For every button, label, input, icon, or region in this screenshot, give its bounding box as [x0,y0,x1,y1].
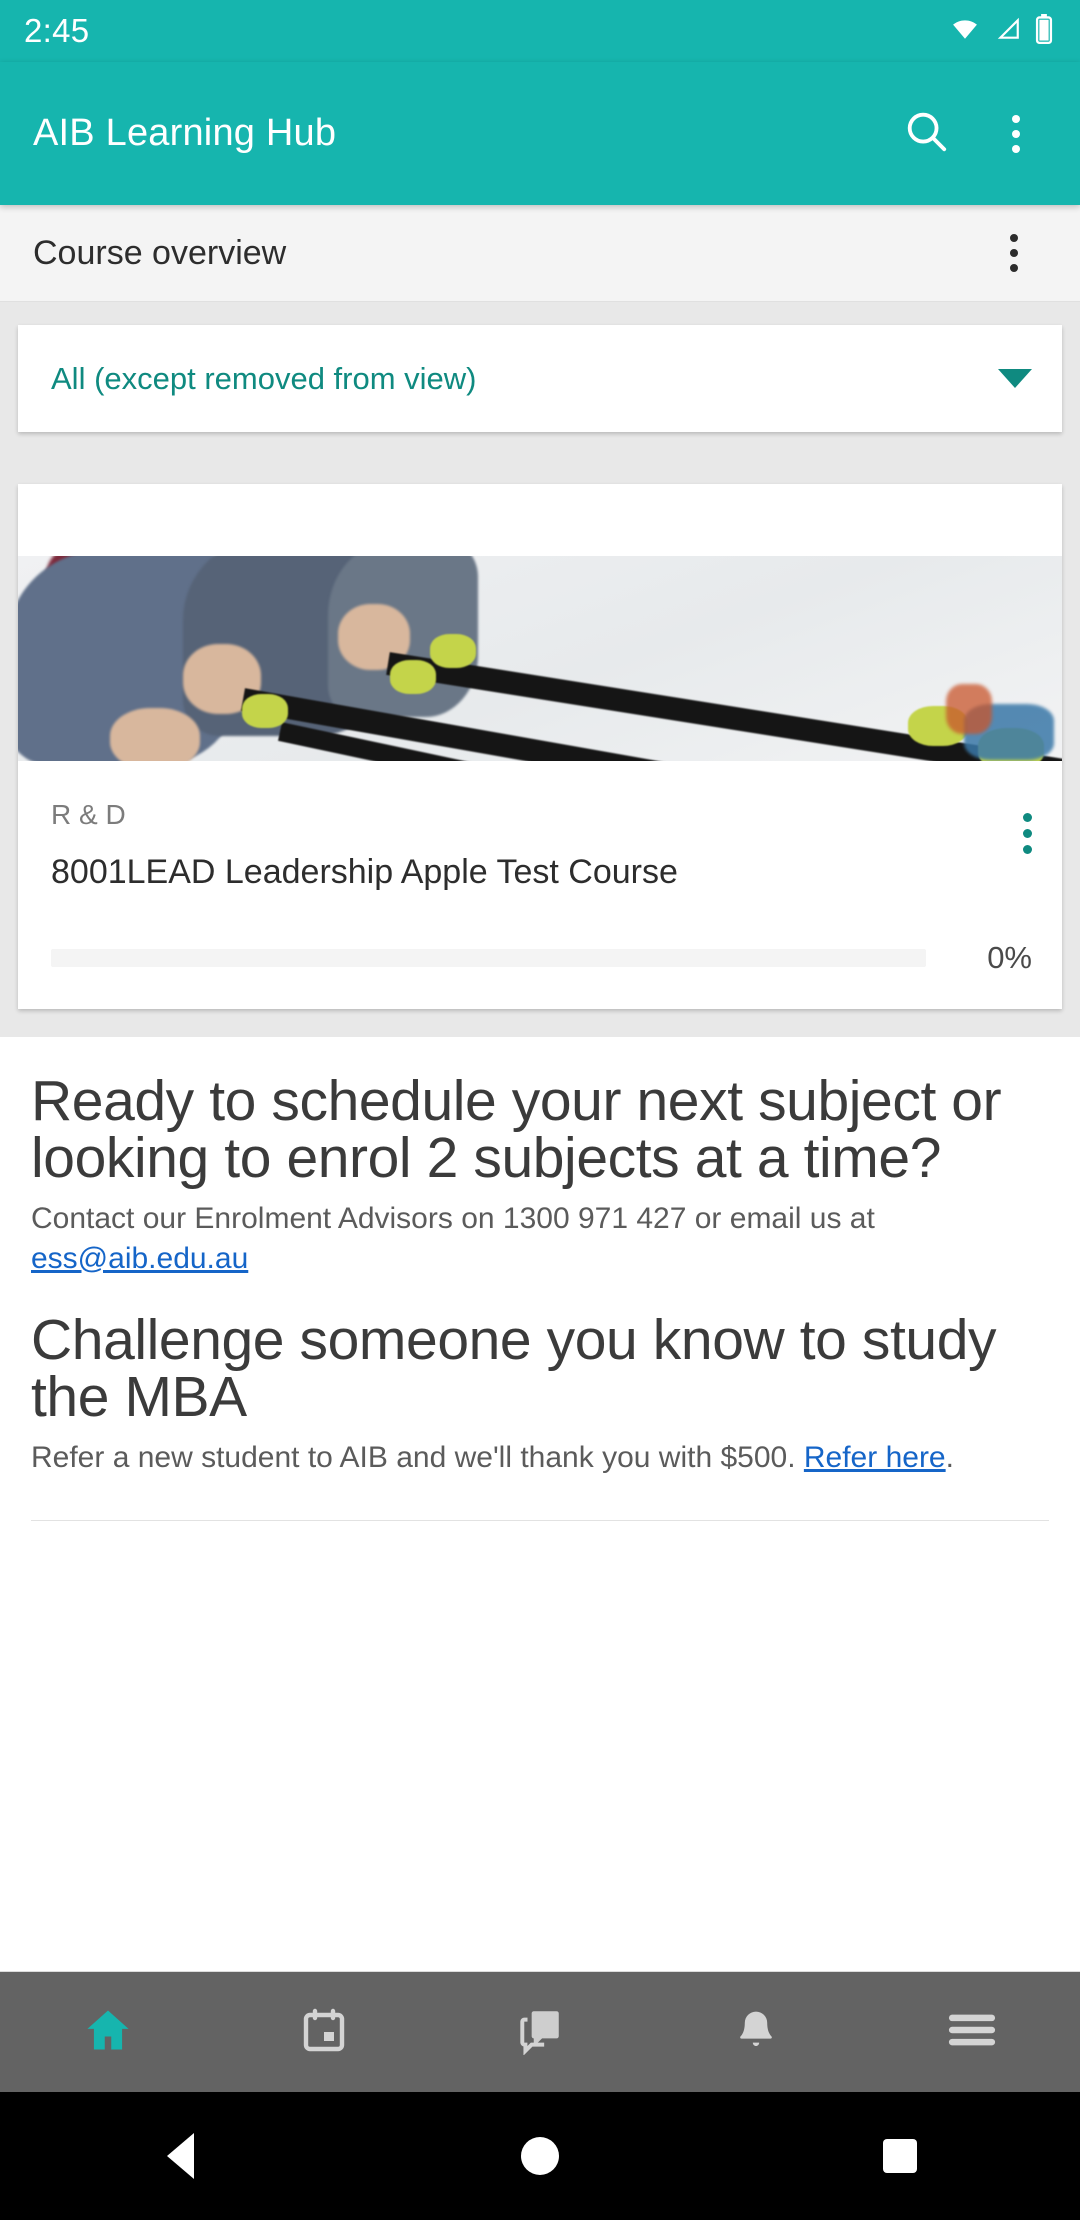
chat-bubble-icon [515,2005,565,2060]
nav-item-calendar[interactable] [254,1972,394,2092]
course-progress-bar [51,949,926,968]
system-home-button[interactable] [460,2092,620,2220]
promo-body-2: Refer a new student to AIB and we'll tha… [31,1438,1049,1478]
promo-content: Ready to schedule your next subject or l… [0,1037,1080,1971]
home-circle-icon [521,2137,559,2175]
cellular-signal-icon [993,16,1023,47]
app-bar-actions [890,98,1052,170]
status-icon-group [948,13,1054,49]
bell-icon [732,2006,780,2059]
promo-body-2-text: Refer a new student to AIB and we'll tha… [31,1441,804,1475]
back-triangle-icon [166,2133,194,2179]
status-bar: 2:45 [0,0,1080,62]
course-overview-overflow-button[interactable] [978,217,1050,289]
nav-item-more[interactable] [902,1972,1042,2092]
course-overview-header: Course overview [0,205,1080,302]
bottom-navigation [0,1971,1080,2092]
app-bar: AIB Learning Hub [0,62,1080,205]
course-progress-row: 0% [18,892,1062,1009]
course-progress-label: 0% [987,940,1032,976]
overflow-menu-icon [1023,813,1032,854]
wifi-icon [948,16,982,47]
app-bar-overflow-button[interactable] [980,98,1052,170]
battery-icon [1034,13,1054,49]
phone-screen: 2:45 AIB Learning Hub Course overview Al… [0,0,1080,2220]
refer-here-link[interactable]: Refer here [804,1441,946,1474]
system-recents-button[interactable] [820,2092,980,2220]
promo-body-2-tail: . [945,1441,954,1475]
system-navigation-bar [0,2092,1080,2220]
course-card-body: R & D 8001LEAD Leadership Apple Test Cou… [18,761,1062,892]
promo-divider [31,1519,1049,1521]
calendar-icon [300,2006,348,2059]
hamburger-menu-icon [947,2010,997,2055]
course-category: R & D [51,799,126,830]
course-card[interactable]: R & D 8001LEAD Leadership Apple Test Cou… [18,484,1062,1010]
home-icon [82,2004,134,2061]
chevron-down-icon [998,369,1032,388]
search-button[interactable] [890,98,962,170]
promo-body-1: Contact our Enrolment Advisors on 1300 9… [31,1199,1049,1278]
search-icon [903,108,949,159]
course-list-region: All (except removed from view) R & D 800… [0,302,1080,1038]
course-card-overflow-button[interactable] [1023,813,1032,854]
course-overview-title: Course overview [33,233,287,272]
course-filter-value: All (except removed from view) [51,360,477,396]
recents-square-icon [883,2139,917,2173]
status-time: 2:45 [24,12,90,49]
email-link[interactable]: ess@aib.edu.au [31,1242,248,1275]
nav-item-notifications[interactable] [686,1972,826,2092]
app-title: AIB Learning Hub [33,112,337,154]
promo-heading-1: Ready to schedule your next subject or l… [31,1069,1002,1191]
nav-item-messages[interactable] [470,1972,610,2092]
promo-body-1-text: Contact our Enrolment Advisors on 1300 9… [31,1202,875,1236]
overflow-menu-icon [1010,234,1018,272]
nav-item-home[interactable] [38,1972,178,2092]
system-back-button[interactable] [100,2092,260,2220]
course-card-spacer [18,484,1062,556]
course-image [18,556,1062,761]
course-title[interactable]: 8001LEAD Leadership Apple Test Course [51,852,1032,892]
overflow-menu-icon [1012,114,1020,153]
course-filter-dropdown[interactable]: All (except removed from view) [18,325,1062,432]
promo-heading-2: Challenge someone you know to study the … [31,1308,997,1430]
